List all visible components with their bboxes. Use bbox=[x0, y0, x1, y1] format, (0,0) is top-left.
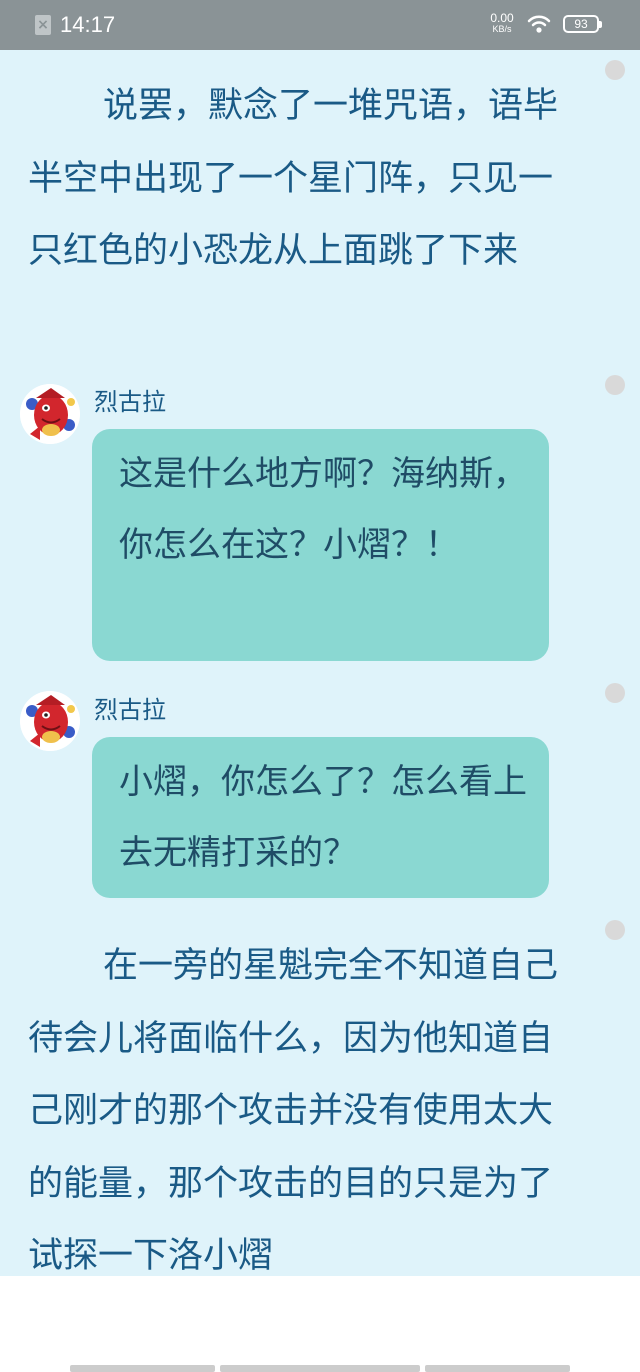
paragraph-comment-dot[interactable] bbox=[605, 683, 625, 703]
network-speed-unit: KB/s bbox=[492, 24, 512, 34]
battery-level: 93 bbox=[574, 17, 588, 31]
network-speed: 0.00 KB/s bbox=[486, 12, 518, 35]
bottom-tab-segment[interactable] bbox=[425, 1365, 570, 1372]
red-dinosaur-avatar bbox=[20, 384, 80, 444]
bottom-tab-segment[interactable] bbox=[220, 1365, 420, 1372]
paragraph-comment-dot[interactable] bbox=[605, 920, 625, 940]
reader-content[interactable]: 说罢，默念了一堆咒语，语毕半空中出现了一个星门阵，只见一只红色的小恐龙从上面跳了… bbox=[0, 50, 640, 1276]
narration-paragraph: 说罢，默念了一堆咒语，语毕半空中出现了一个星门阵，只见一只红色的小恐龙从上面跳了… bbox=[28, 86, 559, 271]
bottom-tab-bar[interactable] bbox=[0, 1365, 640, 1372]
paragraph-comment-dot[interactable] bbox=[605, 375, 625, 395]
red-dinosaur-avatar bbox=[20, 691, 80, 751]
dialogue-text: 这是什么地方啊？海纳斯，你怎么在这？小熠？！ bbox=[119, 454, 527, 565]
narration-paragraph: 在一旁的星魁完全不知道自己待会儿将面临什么，因为他知道自己刚才的那个攻击并没有使… bbox=[28, 946, 559, 1276]
wifi-icon bbox=[527, 15, 551, 33]
close-x-icon: × bbox=[35, 15, 51, 35]
status-time: 14:17 bbox=[60, 12, 116, 37]
paragraph-comment-dot[interactable] bbox=[605, 60, 625, 80]
speaker-name: 烈古拉 bbox=[94, 696, 166, 724]
bottom-tab-segment[interactable] bbox=[70, 1365, 215, 1372]
dialogue-bubble[interactable]: 这是什么地方啊？海纳斯，你怎么在这？小熠？！ bbox=[92, 429, 549, 661]
speaker-avatar[interactable] bbox=[20, 691, 80, 751]
dialogue-bubble[interactable]: 小熠，你怎么了？怎么看上去无精打采的？ bbox=[92, 737, 549, 898]
dialogue-text: 小熠，你怎么了？怎么看上去无精打采的？ bbox=[119, 762, 527, 873]
speaker-avatar[interactable] bbox=[20, 384, 80, 444]
speaker-name: 烈古拉 bbox=[94, 388, 166, 416]
status-bar: × 14:17 0.00 KB/s 93 bbox=[0, 0, 640, 50]
network-speed-value: 0.00 bbox=[490, 11, 514, 25]
battery-icon: 93 bbox=[563, 15, 602, 33]
